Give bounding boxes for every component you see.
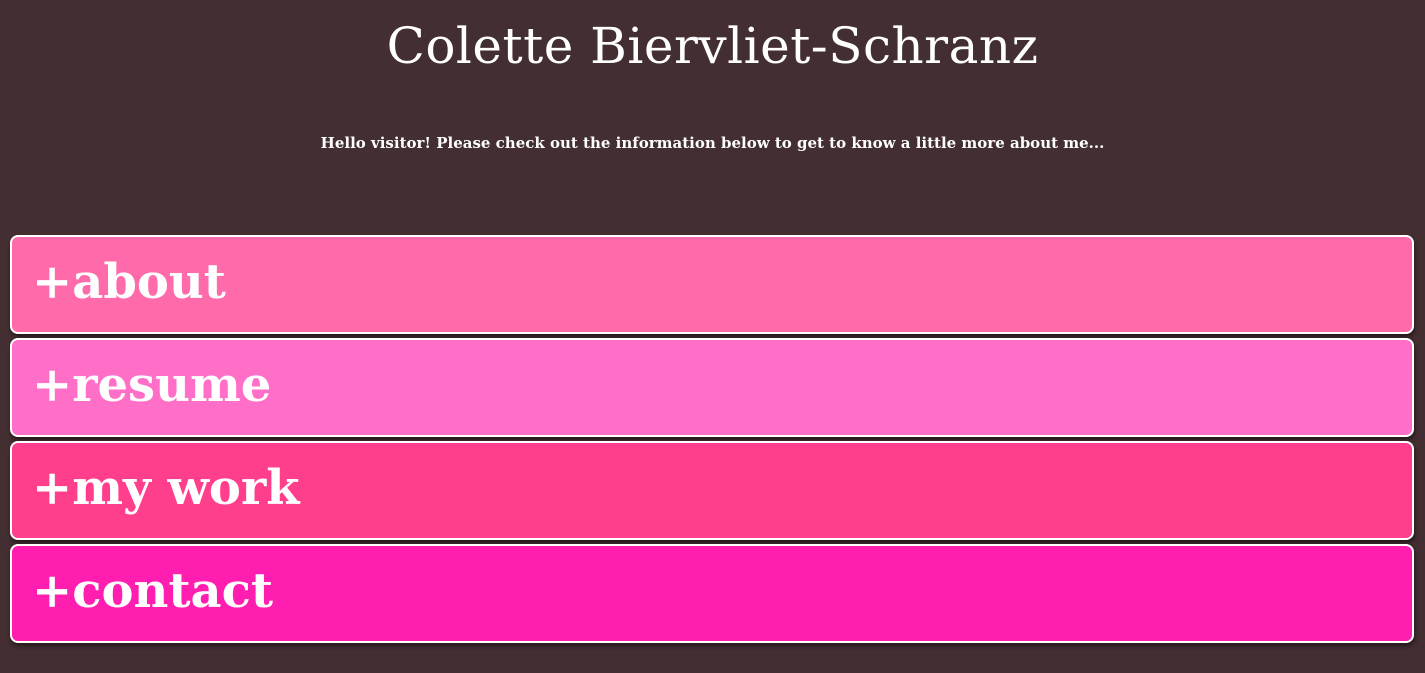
section-my-work[interactable]: +my work	[10, 441, 1414, 540]
section-resume-label: +resume	[32, 356, 272, 413]
site-title: Colette Biervliet-Schranz	[386, 17, 1039, 75]
accordion-sections: +about +resume +my work +contact	[10, 235, 1414, 647]
section-contact-label: +contact	[32, 562, 274, 619]
section-contact[interactable]: +contact	[10, 544, 1414, 643]
page-header: Colette Biervliet-Schranz Hello visitor!…	[0, 0, 1425, 154]
section-about[interactable]: +about	[10, 235, 1414, 334]
section-about-label: +about	[32, 253, 226, 310]
section-resume[interactable]: +resume	[10, 338, 1414, 437]
section-my-work-label: +my work	[32, 459, 300, 516]
intro-text: Hello visitor! Please check out the info…	[320, 134, 1105, 152]
